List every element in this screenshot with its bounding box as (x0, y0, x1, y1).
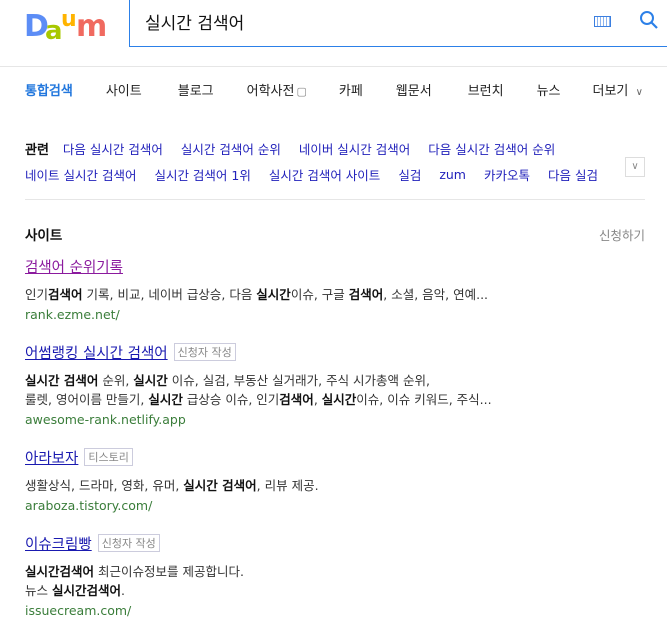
highlight-keyword: 검색어 (348, 287, 384, 302)
result-header: 아라보자 티스토리 (25, 447, 645, 468)
divider (25, 199, 645, 200)
header-divider (0, 66, 667, 67)
result-title-link[interactable]: 아라보자 (25, 451, 78, 467)
related-link[interactable]: 다음 실시간 검색어 순위 (428, 139, 555, 158)
tab-8[interactable]: 더보기 ∨ (593, 80, 643, 99)
related-link[interactable]: 실시간 검색어 1위 (154, 165, 250, 184)
related-link[interactable]: 실검 (398, 165, 421, 184)
highlight-keyword: 실시간 검색어 (183, 478, 257, 493)
text: 룰렛, 영어이름 만들기, (25, 392, 149, 407)
search-box (129, 0, 667, 47)
text: 최근이슈정보를 제공합니다. (94, 564, 244, 579)
related-link[interactable]: 카카오톡 (484, 165, 530, 184)
tab-1[interactable]: 사이트 (106, 80, 142, 99)
highlight-keyword: 실시간검색어 (51, 583, 121, 598)
tab-3[interactable]: 어학사전 ▢ (247, 80, 307, 99)
tab-7[interactable]: 뉴스 (537, 80, 561, 99)
highlight-keyword: 검색어 (279, 392, 314, 407)
description-line: 실시간검색어 최근이슈정보를 제공합니다. (25, 562, 645, 581)
related-row: 네이트 실시간 검색어 실시간 검색어 1위 실시간 검색어 사이트 실검 zum 카카오… (25, 161, 645, 187)
site-results: 검색어 순위기록 인기검색어 기록, 비교, 네이버 급상승, 다음 실시간이슈,… (25, 256, 645, 638)
description-line: 생활상식, 드라마, 영화, 유머, 실시간 검색어, 리뷰 제공. (25, 476, 645, 495)
result-title-link[interactable]: 검색어 순위기록 (25, 260, 123, 276)
text: 인기 (25, 287, 49, 302)
related-link[interactable]: 네이버 실시간 검색어 (299, 139, 410, 158)
related-link[interactable]: 실시간 검색어 사이트 (269, 165, 380, 184)
description-line: 룰렛, 영어이름 만들기, 실시간 급상승 이슈, 인기검색어, 실시간이슈, … (25, 390, 645, 409)
tab-6[interactable]: 브런치 (468, 80, 504, 99)
result-badge: 신청자 작성 (97, 534, 160, 552)
chevron-down-icon: ∨ (632, 87, 643, 98)
related-label: 관련 (25, 142, 49, 158)
result-title-link[interactable]: 어썸랭킹 실시간 검색어 (25, 346, 168, 362)
text: 순위, (98, 373, 134, 388)
text: , (313, 392, 322, 407)
result-url[interactable]: issuecream.com/ (25, 603, 645, 618)
related-link[interactable]: 실시간 검색어 순위 (181, 139, 281, 158)
text: , 소셜, 음악, 연예... (383, 287, 489, 302)
svg-text:m: m (76, 9, 107, 42)
related-link[interactable]: 네이트 실시간 검색어 (25, 165, 136, 184)
description-line: 인기검색어 기록, 비교, 네이버 급상승, 다음 실시간이슈, 구글 검색어,… (25, 285, 645, 304)
highlight-keyword: 실시간 검색어 (25, 373, 99, 388)
highlight-keyword: 실시간 (148, 392, 183, 407)
expand-related-button[interactable]: ∨ (625, 157, 645, 177)
text: 기록, 비교, 네이버 급상승, 다음 (82, 287, 257, 302)
text: , 리뷰 제공. (256, 478, 319, 493)
result-url[interactable]: rank.ezme.net/ (25, 307, 645, 322)
result-badge: 티스토리 (84, 448, 133, 466)
text: . (121, 583, 125, 598)
related-link[interactable]: 다음 실검 (548, 165, 598, 184)
search-icon[interactable] (639, 10, 659, 30)
related-searches: 관련 다음 실시간 검색어 실시간 검색어 순위 네이버 실시간 검색어 다음 실시간 … (25, 135, 645, 187)
result-url[interactable]: awesome-rank.netlify.app (25, 412, 645, 427)
result-item: 이슈크림빵 신청자 작성 실시간검색어 최근이슈정보를 제공합니다. 뉴스 실시간검색… (25, 533, 645, 618)
tab-5[interactable]: 웹문서 (396, 80, 432, 99)
keyboard-icon[interactable] (594, 16, 611, 27)
description-line: 뉴스 실시간검색어. (25, 581, 645, 600)
text: 생활상식, 드라마, 영화, 유머, (25, 478, 184, 493)
svg-text:a: a (45, 16, 63, 42)
related-row: 관련 다음 실시간 검색어 실시간 검색어 순위 네이버 실시간 검색어 다음 실시간 … (25, 135, 645, 161)
result-description: 생활상식, 드라마, 영화, 유머, 실시간 검색어, 리뷰 제공. (25, 476, 645, 495)
result-item: 검색어 순위기록 인기검색어 기록, 비교, 네이버 급상승, 다음 실시간이슈,… (25, 256, 645, 322)
section-title: 사이트 (25, 228, 63, 244)
result-description: 인기검색어 기록, 비교, 네이버 급상승, 다음 실시간이슈, 구글 검색어,… (25, 285, 645, 304)
search-input[interactable] (145, 11, 565, 31)
related-link[interactable]: 다음 실시간 검색어 (63, 139, 163, 158)
result-item: 어썸랭킹 실시간 검색어 신청자 작성실시간 검색어 순위, 실시간 이슈, 실검… (25, 342, 645, 427)
text: 이슈, 구글 (290, 287, 349, 302)
tab-0[interactable]: 통합검색 (25, 80, 73, 99)
svg-text:u: u (61, 7, 77, 32)
highlight-keyword: 실시간 (321, 392, 357, 407)
text: 뉴스 (25, 583, 52, 598)
result-description: 실시간 검색어 순위, 실시간 이슈, 실검, 부동산 실거래가, 주식 시가총… (25, 371, 645, 409)
result-url[interactable]: araboza.tistory.com/ (25, 498, 645, 513)
highlight-keyword: 검색어 (48, 287, 83, 302)
daum-logo[interactable]: D a u m (24, 6, 112, 42)
result-header: 어썸랭킹 실시간 검색어 신청자 작성 (25, 342, 645, 363)
text: 급상승 이슈, 인기 (182, 392, 280, 407)
result-badge: 신청자 작성 (173, 343, 236, 361)
related-link[interactable]: zum (439, 167, 466, 182)
highlight-keyword: 실시간 (256, 287, 291, 302)
search-tabs: 통합검색 사이트 블로그 어학사전 ▢ 카페 웹문서 브런치 뉴스 더보기 ∨ (25, 80, 643, 99)
highlight-keyword: 실시간 (133, 373, 168, 388)
result-item: 아라보자 티스토리생활상식, 드라마, 영화, 유머, 실시간 검색어, 리뷰 제… (25, 447, 645, 513)
highlight-keyword: 실시간검색어 (25, 564, 95, 579)
apply-link[interactable]: 신청하기 (599, 225, 645, 244)
result-header: 검색어 순위기록 (25, 256, 645, 277)
tab-4[interactable]: 카페 (339, 80, 363, 99)
description-line: 실시간 검색어 순위, 실시간 이슈, 실검, 부동산 실거래가, 주식 시가총… (25, 371, 645, 390)
text: 이슈, 실검, 부동산 실거래가, 주식 시가총액 순위, (167, 373, 431, 388)
dictionary-popup-icon[interactable]: ▢ (296, 85, 306, 98)
text: 이슈, 이슈 키워드, 주식... (356, 392, 492, 407)
result-header: 이슈크림빵 신청자 작성 (25, 533, 645, 554)
tab-2[interactable]: 블로그 (178, 80, 214, 99)
result-title-link[interactable]: 이슈크림빵 (25, 537, 92, 553)
result-description: 실시간검색어 최근이슈정보를 제공합니다. 뉴스 실시간검색어. (25, 562, 645, 600)
